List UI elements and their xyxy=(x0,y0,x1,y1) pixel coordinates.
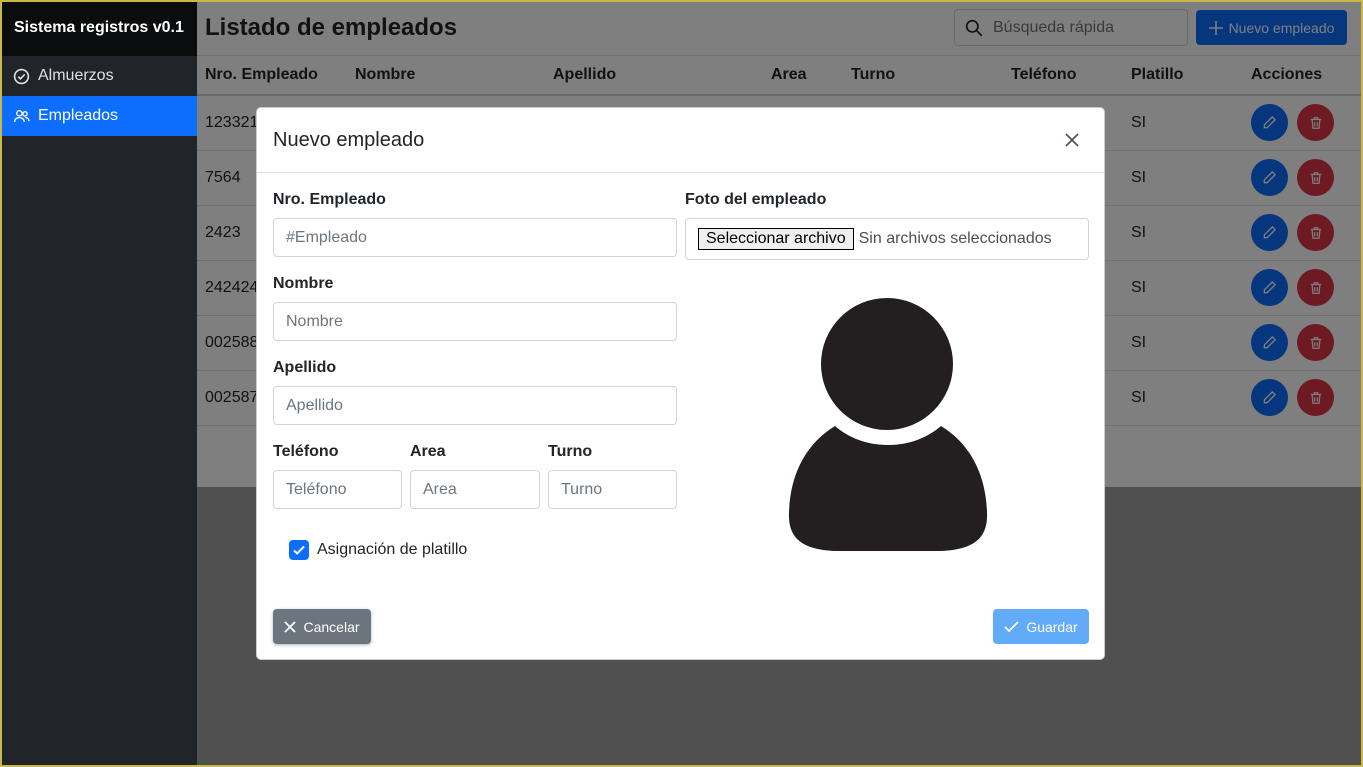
nro-input[interactable]: #Empleado xyxy=(273,218,677,257)
app-brand: Sistema registros v0.1 xyxy=(0,0,197,56)
modal-header: Nuevo empleado xyxy=(257,108,1104,173)
close-icon xyxy=(284,620,297,633)
platillo-checkbox-label: Asignación de platillo xyxy=(317,541,468,558)
save-button[interactable]: Guardar xyxy=(993,609,1089,644)
area-input[interactable]: Area xyxy=(410,470,540,509)
close-icon[interactable] xyxy=(1064,132,1080,148)
area-label: Area xyxy=(410,443,446,460)
avatar-placeholder-icon xyxy=(788,298,988,551)
cancel-button[interactable]: Cancelar xyxy=(273,609,371,644)
check-circle-icon xyxy=(13,68,30,84)
checkmark-icon xyxy=(293,545,305,555)
select-file-button[interactable]: Seleccionar archivo xyxy=(698,228,854,250)
turno-input[interactable]: Turno xyxy=(548,470,677,509)
platillo-checkbox[interactable] xyxy=(289,540,309,560)
nro-label: Nro. Empleado xyxy=(273,191,386,208)
nombre-input[interactable]: Nombre xyxy=(273,302,677,341)
new-employee-modal: Nuevo empleado Nro. Empleado #Empleado N… xyxy=(256,107,1105,660)
telefono-label: Teléfono xyxy=(273,443,339,460)
nombre-label: Nombre xyxy=(273,275,334,292)
apellido-label: Apellido xyxy=(273,359,337,376)
people-icon xyxy=(13,109,30,122)
modal-title: Nuevo empleado xyxy=(273,128,425,151)
cancel-label: Cancelar xyxy=(303,618,360,635)
checkmark-icon xyxy=(1004,620,1019,632)
sidebar-item-empleados[interactable]: Empleados xyxy=(0,96,197,136)
turno-label: Turno xyxy=(548,443,593,460)
sidebar-item-almuerzos[interactable]: Almuerzos xyxy=(0,56,197,96)
save-label: Guardar xyxy=(1026,618,1078,635)
sidebar-item-label: Almuerzos xyxy=(38,67,114,84)
photo-label: Foto del empleado xyxy=(685,191,827,208)
telefono-input[interactable]: Teléfono xyxy=(273,470,402,509)
sidebar-item-label: Empleados xyxy=(38,107,119,124)
photo-file-input[interactable]: Seleccionar archivo Sin archivos selecci… xyxy=(685,218,1089,260)
sidebar: Sistema registros v0.1 Almuerzos Emplead… xyxy=(0,0,197,767)
apellido-input[interactable]: Apellido xyxy=(273,386,677,425)
file-status: Sin archivos seleccionados xyxy=(858,230,1052,247)
